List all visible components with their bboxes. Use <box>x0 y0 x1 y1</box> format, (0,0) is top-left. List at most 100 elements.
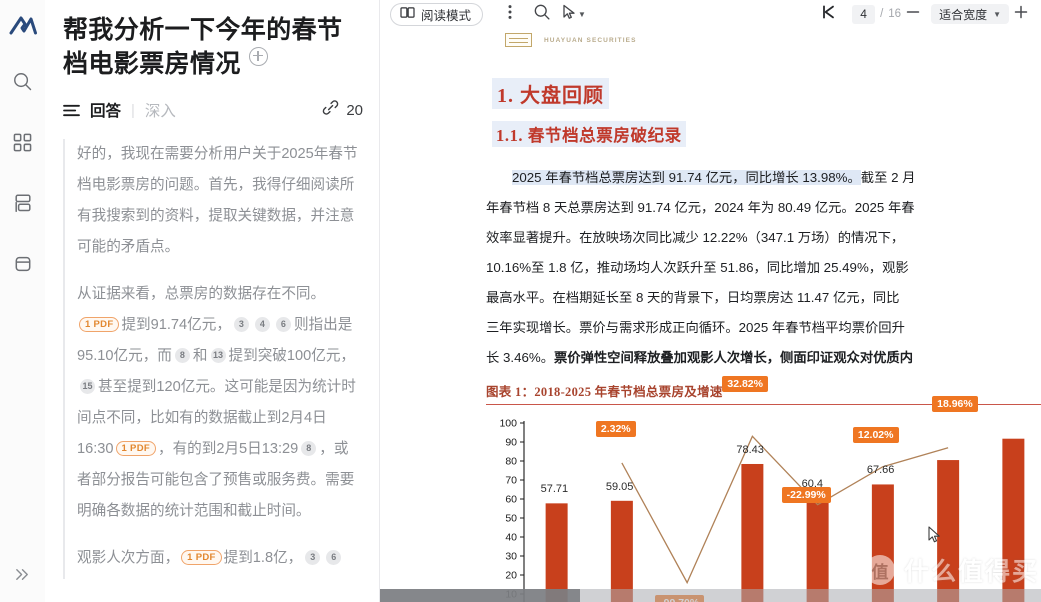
more-vertical-icon <box>508 4 512 25</box>
link-count: 20 <box>346 101 363 119</box>
reading-mode-label: 阅读模式 <box>421 8 472 23</box>
answer-text-run: 好的，我现在需要分析用户关于2025年春节档电影票房的问题。首先，我得仔细阅读所… <box>77 146 358 255</box>
zoom-out-button[interactable] <box>901 3 925 25</box>
pdf-toolbar: 阅读模式 ▼ 4 / 16 适合宽度 ▼ <box>380 0 1041 28</box>
doc-line: 最高水平。在档期延长至 8 天的背景下，日均票房达 11.47 亿元，同比 <box>486 290 900 305</box>
cursor-arrow-icon <box>562 4 577 25</box>
grid-apps-icon <box>13 133 32 152</box>
doc-text-run: 长 3.46%。 <box>486 350 554 365</box>
publisher-mark-icon <box>505 33 532 47</box>
link-icon <box>322 99 339 121</box>
pdf-nav-controls: 4 / 16 适合宽度 ▼ <box>809 3 1033 26</box>
y-axis-tick-label: 90 <box>505 437 517 449</box>
citation-number-badge[interactable]: 3 <box>305 550 321 565</box>
answer-text-run: 观影人次方面， <box>77 550 180 566</box>
chart-svg: 102030405060708090100 <box>499 418 1025 602</box>
select-tool-button[interactable]: ▼ <box>561 3 587 26</box>
page-title: 帮我分析一下今年的春节档电影票房情况 <box>63 14 363 80</box>
answer-text-run: ，有的到2月5日13:29 <box>157 441 299 457</box>
chart-growth-badge: 2.32% <box>595 420 636 437</box>
answer-pane: 帮我分析一下今年的春节档电影票房情况 回答 | 深入 20 好的，我现在需要分析… <box>45 0 380 602</box>
page-total: 16 <box>888 8 902 20</box>
search-document-button[interactable] <box>529 3 555 26</box>
doc-line: 三年实现增长。票价与需求形成正向循环。2025 年春节档平均票价回升 <box>486 320 905 335</box>
library-icon <box>13 193 33 213</box>
answer-paragraph: 从证据来看，总票房的数据存在不同。1 PDF 提到91.74亿元， 3 4 6 则指出是9… <box>77 279 363 527</box>
chevron-down-icon[interactable]: ▼ <box>578 10 586 19</box>
zoom-level-select[interactable]: 适合宽度 ▼ <box>931 4 1009 24</box>
reading-mode-button[interactable]: 阅读模式 <box>390 2 484 26</box>
pdf-page-canvas[interactable]: HUAYUAN SECURITIES 1. 大盘回顾 1.1. 春节档总票房破纪… <box>380 28 1041 602</box>
doc-line: 长 3.46%。票价弹性空间释放叠加观影人次增长，侧面印证观众对优质内 <box>486 343 1041 373</box>
brand-logo-icon[interactable] <box>7 10 39 42</box>
book-open-icon <box>400 6 415 22</box>
publisher-name: HUAYUAN SECURITIES <box>544 36 637 44</box>
sidebar-item-library[interactable] <box>6 186 40 220</box>
answer-text-run: 提到突破100亿元， <box>228 348 356 364</box>
expand-sidebar-button[interactable] <box>0 566 45 588</box>
citation-number-badge[interactable]: 13 <box>210 348 226 363</box>
database-icon <box>13 254 33 274</box>
zoom-level-label: 适合宽度 <box>939 7 988 22</box>
page-separator: / <box>880 8 884 20</box>
answer-tabs: 回答 | 深入 20 <box>63 97 363 123</box>
sidebar-item-search[interactable] <box>6 64 40 98</box>
chart-value-label: 59.05 <box>605 480 634 493</box>
chart-bar <box>610 500 633 602</box>
tab-answer[interactable]: 回答 <box>90 99 121 121</box>
citation-number-badge[interactable]: 8 <box>174 348 190 363</box>
doc-heading-2: 1.1. 春节档总票房破纪录 <box>492 121 686 147</box>
answer-paragraph: 观影人次方面，1 PDF提到1.8亿，3611是1.87亿，2是1.7亿，5 P… <box>77 543 363 579</box>
chart-growth-badge: 32.82% <box>722 376 768 393</box>
chart-bar <box>741 463 764 602</box>
citation-pdf-badge[interactable]: 1 PDF <box>79 317 120 332</box>
doc-bold-text: 票价弹性空间释放叠加观影人次增长，侧面印证观众对优质内 <box>554 350 914 365</box>
answer-text-run: 提到91.74亿元， <box>121 317 231 333</box>
citation-number-badge[interactable]: 8 <box>301 441 317 456</box>
tab-deep-dive[interactable]: 深入 <box>145 99 176 121</box>
minus-icon <box>906 5 920 23</box>
y-axis-tick-label: 100 <box>499 418 517 430</box>
horizontal-scrollbar[interactable] <box>380 589 1041 602</box>
doc-body-text: 2025 年春节档总票房达到 91.74 亿元，同比增长 13.98%。截至 2… <box>486 163 1041 373</box>
list-icon[interactable] <box>63 103 80 118</box>
y-axis-tick-label: 80 <box>505 456 517 468</box>
horizontal-scrollbar-thumb[interactable] <box>380 589 580 602</box>
y-axis-tick-label: 70 <box>505 475 517 487</box>
jump-to-start-icon <box>820 4 836 25</box>
citation-number-badge[interactable]: 3 <box>233 317 249 332</box>
page-number-input[interactable]: 4 <box>852 4 876 24</box>
citation-number-badge[interactable]: 6 <box>275 317 291 332</box>
more-options-button[interactable] <box>497 3 523 26</box>
answer-text-run: 提到1.8亿， <box>223 550 303 566</box>
y-axis-tick-label: 50 <box>505 513 517 525</box>
y-axis-tick-label: 20 <box>505 570 517 582</box>
answer-text-run: 和 <box>192 348 208 364</box>
answer-body: 好的，我现在需要分析用户关于2025年春节档电影票房的问题。首先，我得仔细阅读所… <box>63 139 363 579</box>
search-icon <box>12 71 33 92</box>
y-axis-tick-label: 30 <box>505 551 517 563</box>
answer-paragraph: 好的，我现在需要分析用户关于2025年春节档电影票房的问题。首先，我得仔细阅读所… <box>77 139 363 263</box>
chart-bar <box>1002 438 1025 602</box>
chart-bar <box>871 484 894 602</box>
sidebar-item-apps[interactable] <box>6 125 40 159</box>
doc-line: 效率显著提升。在放映场次同比减少 12.22%（347.1 万场）的情况下， <box>486 230 905 245</box>
document-viewer: 阅读模式 ▼ 4 / 16 适合宽度 ▼ HUAYUAN SECURITIES … <box>380 0 1041 602</box>
zoom-in-button[interactable] <box>1009 3 1033 25</box>
first-page-button[interactable] <box>815 3 841 26</box>
sidebar-item-knowledge-base[interactable] <box>6 247 40 281</box>
citation-pdf-badge[interactable]: 1 PDF <box>115 441 156 456</box>
citation-number-badge[interactable]: 6 <box>326 550 342 565</box>
source-links[interactable]: 20 <box>322 99 363 121</box>
doc-line: 10.16%至 1.8 亿，推动场均人次跃升至 51.86，同比增加 25.49… <box>486 260 909 275</box>
plus-circle-icon[interactable] <box>248 46 268 66</box>
doc-line: 2025 年春节档总票房达到 91.74 亿元，同比增长 13.98%。截至 2… <box>486 163 1041 193</box>
chart-growth-badge: 12.02% <box>852 426 899 443</box>
citation-pdf-badge[interactable]: 1 PDF <box>181 550 222 565</box>
left-rail <box>0 0 45 602</box>
doc-line: 年春节档 8 天总票房达到 91.74 亿元，2024 年为 80.49 亿元。… <box>486 200 915 215</box>
chevron-down-icon: ▼ <box>993 9 1001 19</box>
y-axis-tick-label: 60 <box>505 494 517 506</box>
citation-number-badge[interactable]: 4 <box>254 317 270 332</box>
citation-number-badge[interactable]: 15 <box>80 379 95 394</box>
